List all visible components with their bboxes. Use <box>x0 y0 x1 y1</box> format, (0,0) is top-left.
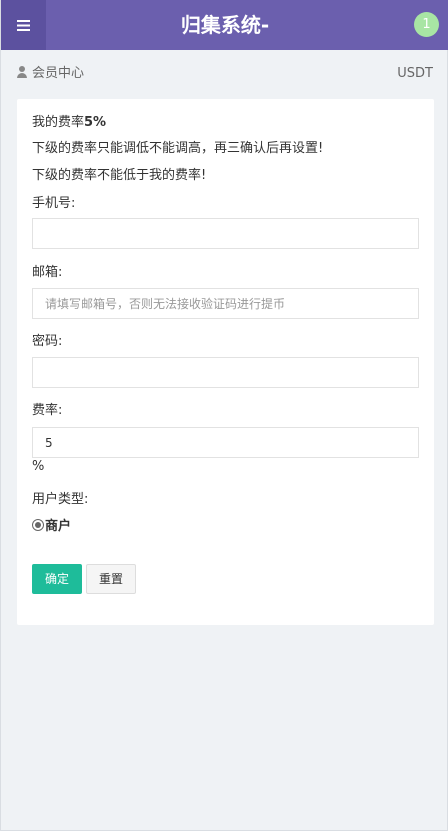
page: 归集系统- 1 会员中心 USDT 我的费率5% 下级的费率只能调低不能调高，再… <box>0 0 448 831</box>
menu-button[interactable] <box>1 0 46 50</box>
rate-unit: % <box>32 459 45 474</box>
reset-button[interactable]: 重置 <box>86 564 136 594</box>
rate-warning-1: 下级的费率只能调低不能调高，再三确认后再设置! <box>32 141 324 156</box>
form-card: 我的费率5% 下级的费率只能调低不能调高，再三确认后再设置! 下级的费率不能低于… <box>17 99 434 625</box>
top-bar: 归集系统- 1 <box>1 0 448 50</box>
currency-label: USDT <box>397 66 433 81</box>
breadcrumb: 会员中心 USDT <box>17 64 433 84</box>
my-rate-value: 5% <box>84 115 107 130</box>
my-rate-line: 我的费率5% <box>32 115 107 130</box>
password-input[interactable] <box>32 357 419 388</box>
confirm-button[interactable]: 确定 <box>32 564 82 594</box>
hamburger-icon <box>17 19 30 31</box>
user-icon <box>17 66 27 78</box>
password-label: 密码: <box>32 334 63 349</box>
user-type-radio-merchant[interactable]: 商户 <box>32 519 71 535</box>
breadcrumb-label[interactable]: 会员中心 <box>32 66 84 81</box>
app-title: 归集系统- <box>180 13 270 37</box>
rate-input[interactable] <box>32 427 419 458</box>
rate-warning-2: 下级的费率不能低于我的费率! <box>32 168 207 183</box>
notification-badge[interactable]: 1 <box>414 12 439 37</box>
radio-selected-icon[interactable] <box>32 519 44 531</box>
phone-input[interactable] <box>32 218 419 249</box>
rate-label: 费率: <box>32 403 63 418</box>
email-input[interactable] <box>32 288 419 319</box>
phone-label: 手机号: <box>32 196 76 211</box>
email-label: 邮箱: <box>32 265 63 280</box>
user-type-label: 用户类型: <box>32 492 89 507</box>
user-type-option-label: 商户 <box>45 519 72 534</box>
